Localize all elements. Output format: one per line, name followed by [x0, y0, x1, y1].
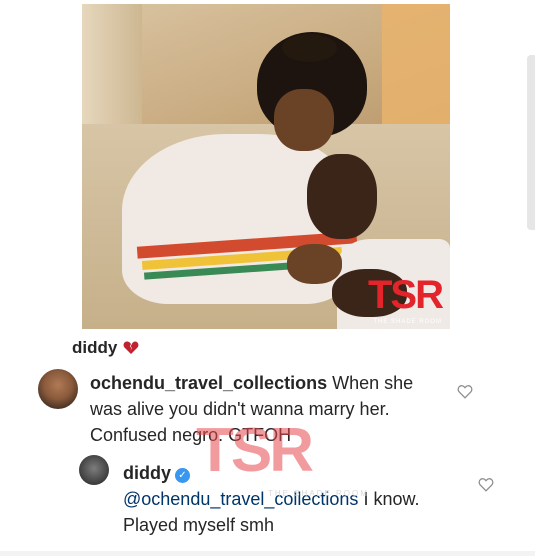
broken-heart-icon [123, 341, 139, 354]
comment-username[interactable]: diddy [123, 463, 171, 483]
heart-outline-icon[interactable] [457, 384, 473, 400]
post-caption: diddy [72, 338, 139, 358]
verified-badge-icon: ✓ [175, 468, 190, 483]
divider [0, 551, 535, 556]
post-photo: TSR THE SHADE ROOM [82, 4, 450, 329]
caption-username[interactable]: diddy [72, 338, 117, 358]
avatar[interactable] [38, 369, 78, 409]
watermark-subtitle: THE SHADE ROOM [373, 319, 442, 325]
watermark-logo: TSR [368, 273, 444, 317]
scrollbar[interactable] [527, 55, 535, 230]
comment-username[interactable]: ochendu_travel_collections [90, 373, 327, 393]
comment-mention[interactable]: @ochendu_travel_collections [123, 489, 358, 509]
comment-1: ochendu_travel_collections When she was … [90, 370, 440, 448]
heart-outline-icon[interactable] [478, 477, 494, 493]
comment-2: diddy ✓ @ochendu_travel_collections I kno… [123, 460, 443, 538]
avatar[interactable] [79, 455, 109, 485]
